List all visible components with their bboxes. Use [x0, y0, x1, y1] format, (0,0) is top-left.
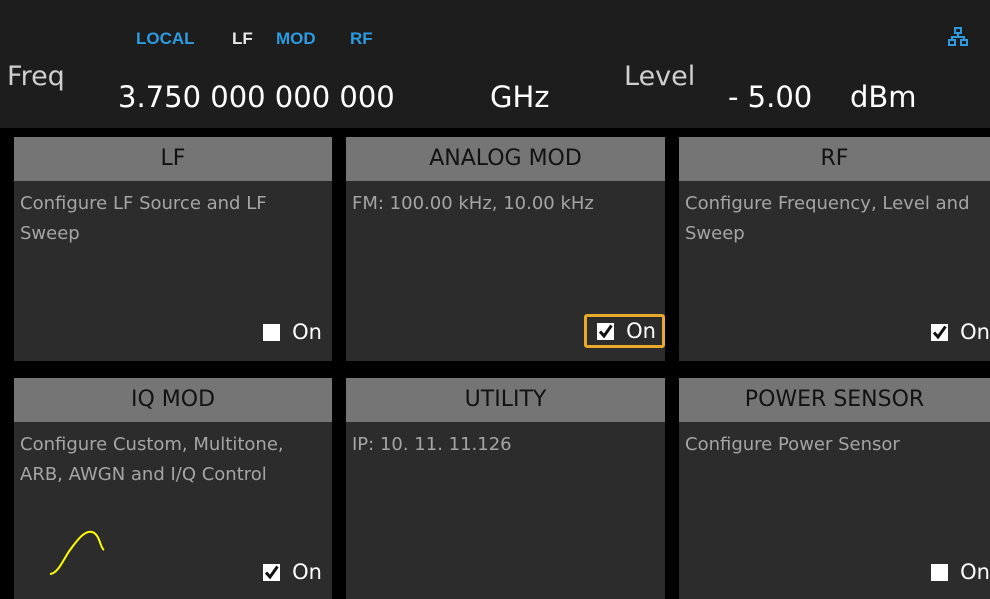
power-sensor-on-label: On: [960, 560, 990, 584]
tile-iq-mod-title: IQ MOD: [14, 378, 332, 422]
checkbox-checked-icon: [597, 322, 615, 340]
power-sensor-on-checkbox[interactable]: On: [921, 555, 990, 589]
tile-rf[interactable]: RF Configure Frequency, Level and Sweep …: [679, 137, 990, 361]
rf-on-label: On: [960, 320, 990, 344]
iq-mod-on-label: On: [292, 560, 322, 584]
analog-mod-on-label: On: [626, 319, 656, 343]
freq-value[interactable]: 3.750 000 000 000: [118, 80, 395, 114]
sine-wave-icon: [49, 530, 105, 575]
status-lf: LF: [232, 29, 253, 48]
tile-iq-mod[interactable]: IQ MOD Configure Custom, Multitone, ARB,…: [14, 378, 332, 599]
tile-rf-description: Configure Frequency, Level and Sweep: [685, 193, 970, 244]
network-icon[interactable]: [948, 27, 968, 47]
tile-lf-description: Configure LF Source and LF Sweep: [20, 193, 267, 244]
freq-label: Freq: [7, 61, 65, 92]
tile-power-sensor-description: Configure Power Sensor: [685, 434, 900, 455]
checkbox-checked-icon: [931, 323, 949, 341]
level-label: Level: [624, 61, 696, 92]
rf-on-checkbox[interactable]: On: [921, 315, 990, 349]
lf-on-checkbox[interactable]: On: [253, 315, 328, 349]
tile-power-sensor-title: POWER SENSOR: [679, 378, 990, 422]
tile-power-sensor[interactable]: POWER SENSOR Configure Power Sensor On: [679, 378, 990, 599]
tile-utility-title: UTILITY: [346, 378, 665, 422]
tile-utility-description: IP: 10. 11. 11.126: [352, 434, 512, 455]
status-mod: MOD: [276, 29, 316, 48]
status-rf: RF: [350, 29, 373, 48]
tile-utility[interactable]: UTILITY IP: 10. 11. 11.126: [346, 378, 665, 599]
top-status-panel: LOCAL LF MOD RF Freq 3.750 000 000 000 G…: [0, 0, 990, 128]
tile-rf-title: RF: [679, 137, 990, 181]
checkbox-checked-icon: [263, 563, 281, 581]
tile-lf-title: LF: [14, 137, 332, 181]
tile-analog-mod-description: FM: 100.00 kHz, 10.00 kHz: [352, 193, 594, 214]
tile-iq-mod-description: Configure Custom, Multitone, ARB, AWGN a…: [20, 434, 284, 485]
level-value[interactable]: - 5.00: [728, 80, 812, 114]
iq-mod-on-checkbox[interactable]: On: [253, 555, 328, 589]
tile-analog-mod-title: ANALOG MOD: [346, 137, 665, 181]
level-unit: dBm: [850, 80, 917, 114]
tile-analog-mod[interactable]: ANALOG MOD FM: 100.00 kHz, 10.00 kHz On: [346, 137, 665, 361]
lf-on-label: On: [292, 320, 322, 344]
analog-mod-on-checkbox[interactable]: On: [584, 314, 665, 348]
freq-unit: GHz: [490, 80, 550, 114]
tile-lf[interactable]: LF Configure LF Source and LF Sweep On: [14, 137, 332, 361]
status-local: LOCAL: [136, 29, 195, 48]
checkbox-unchecked-icon: [263, 323, 281, 341]
checkbox-unchecked-icon: [931, 563, 949, 581]
